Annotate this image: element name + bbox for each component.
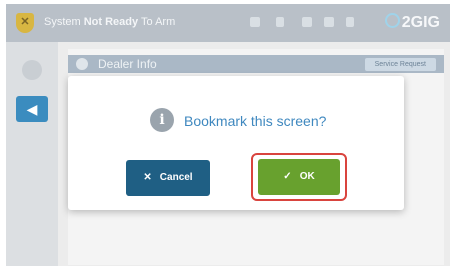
info-icon: i [150,108,174,132]
home-icon[interactable] [76,58,88,70]
back-arrow-icon: ◀ [26,101,38,117]
brand-text: 2GIG [401,14,440,31]
service-request-button[interactable]: Service Request [364,58,436,71]
status-prefix: System [44,16,84,28]
logo-ring-icon [384,13,400,28]
close-icon: ✕ [143,172,152,183]
status-bar: ✕ System Not Ready To Arm 2GIG [6,4,450,42]
system-status-text[interactable]: System Not Ready To Arm [44,16,175,28]
shield-icon[interactable]: ✕ [16,13,34,33]
wifi-icon[interactable] [302,17,312,27]
panel-screen: ✕ System Not Ready To Arm 2GIG ◀ Dealer … [6,4,450,266]
volume-icon[interactable] [324,17,334,27]
ok-label: OK [299,171,315,182]
ok-button[interactable]: ✓ OK [258,159,340,195]
back-button[interactable]: ◀ [16,96,48,122]
cancel-label: Cancel [159,172,193,183]
dialog-message: Bookmark this screen? [184,113,327,129]
brand-logo: 2GIG [384,13,440,33]
info-icon [22,60,42,80]
page-header: Dealer Info Service Request [68,55,444,73]
page-title: Dealer Info [98,57,157,71]
cellular-icon[interactable] [346,17,354,27]
left-nav-rail: ◀ [6,42,58,266]
bookmark-dialog: i Bookmark this screen? ✕ Cancel ✓ OK [68,76,404,210]
message-icon[interactable] [250,17,260,27]
status-bold: Not Ready [83,16,139,28]
status-suffix: To Arm [138,16,176,28]
battery-icon[interactable] [276,17,284,27]
check-icon: ✓ [283,171,292,182]
cancel-button[interactable]: ✕ Cancel [126,160,210,196]
